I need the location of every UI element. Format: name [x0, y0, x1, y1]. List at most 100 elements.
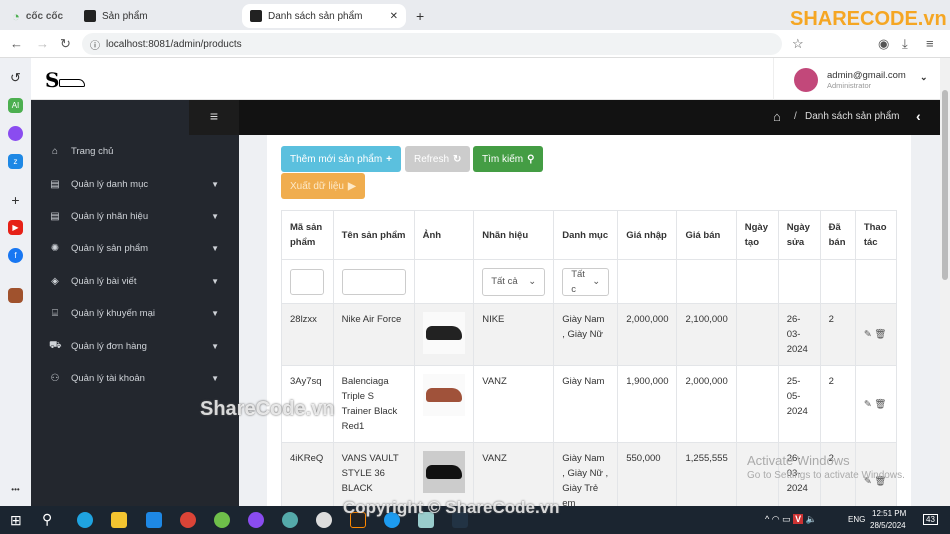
reload-icon[interactable]: ↻ [60, 36, 71, 52]
youtube-icon[interactable]: ▶ [8, 220, 23, 235]
taskbar: ⊞ ⚲ Copyright © ShareCode.vn ^ ◠ ▭ V 🔈 E… [0, 498, 950, 534]
search-icon: ⚲ [527, 153, 535, 165]
refresh-button[interactable]: Refresh ↻ [405, 146, 471, 172]
more-icon[interactable]: ••• [8, 482, 23, 497]
coccoc-icon[interactable] [214, 512, 230, 528]
search-button[interactable]: Tìm kiếm ⚲ [473, 146, 544, 172]
watermark: ShareCode.vn [200, 398, 335, 420]
tab-products[interactable]: Sản phẩm [76, 4, 156, 28]
home-icon[interactable]: ⌂ [773, 109, 781, 124]
col-code: Mã sản phẩm [281, 210, 334, 260]
game-icon[interactable] [8, 288, 23, 303]
coccoc-icon: ◔ [12, 8, 20, 24]
sharecode-logo: SHARECODE.vn [790, 8, 947, 30]
bookmark-icon[interactable]: ☆ [792, 36, 804, 52]
app-icon[interactable] [316, 512, 332, 528]
activate-windows-title: Activate Windows [747, 453, 850, 468]
cart-icon: ⛟ [49, 339, 62, 351]
favicon-icon [84, 10, 96, 22]
messenger-icon[interactable] [8, 126, 23, 141]
edge-icon[interactable] [77, 512, 93, 528]
users-icon: ⚇ [50, 372, 60, 384]
app-icon[interactable] [282, 512, 298, 528]
new-tab-button[interactable]: + [408, 4, 432, 28]
sidebar-item-orders[interactable]: ⛟ Quản lý đơn hàng ▼ [31, 330, 239, 362]
sidebar-item-posts[interactable]: ◈ Quản lý bài viết ▼ [31, 265, 239, 297]
trash-icon[interactable]: 🗑 [874, 399, 886, 410]
trash-icon[interactable]: 🗑 [874, 329, 886, 340]
chevron-down-icon: ⌄ [528, 276, 537, 287]
chevron-down-icon: ⌄ [920, 72, 928, 82]
top-nav-bar: ≡ ⌂ / Danh sách sản phẩm ‹ [31, 100, 940, 135]
clock-time[interactable]: 12:51 PM [872, 509, 906, 518]
download-icon[interactable]: ⤓ [902, 36, 908, 52]
chevron-down-icon: ▼ [211, 179, 219, 189]
brand-filter-select[interactable]: Tất cả ⌄ [482, 267, 546, 296]
tray-icons[interactable]: ^ ◠ ▭ V 🔈 [765, 514, 817, 525]
browser-sidebar: ↺ AI z + ▶ f ••• [0, 58, 31, 506]
sidebar-item-accounts[interactable]: ⚇ Quản lý tài khoản ▼ [31, 362, 239, 394]
zalo-icon[interactable] [146, 512, 162, 528]
plus-icon: + [386, 153, 392, 165]
chevron-down-icon: ▼ [211, 373, 219, 383]
chevron-down-icon: ▼ [211, 276, 219, 286]
zalo-icon[interactable]: z [8, 154, 23, 169]
sidebar-item-categories[interactable]: ▤ Quản lý danh mục ▼ [31, 168, 239, 200]
col-brand: Nhãn hiệu [473, 210, 555, 260]
col-category: Danh mục [553, 210, 619, 260]
collapse-icon[interactable]: ‹ [916, 108, 921, 124]
edit-icon[interactable]: ✎ [864, 399, 872, 410]
loader-icon: ✺ [50, 242, 60, 254]
sidebar: ⌂ Trang chủ ▤ Quản lý danh mục ▼ ▤ Quản lý n… [31, 135, 239, 506]
sidebar-item-home[interactable]: ⌂ Trang chủ [31, 135, 239, 167]
col-actions: Thao tác [854, 210, 898, 260]
code-filter-input[interactable] [290, 268, 324, 295]
close-tab-icon[interactable]: ✕ [390, 11, 398, 22]
sidebar-item-products[interactable]: ✺ Quản lý sản phẩm ▼ [31, 232, 239, 264]
explorer-icon[interactable] [111, 512, 127, 528]
chevron-down-icon: ▼ [211, 243, 219, 253]
home-icon: ⌂ [51, 145, 59, 157]
scrollbar[interactable] [940, 58, 950, 506]
ai-icon[interactable]: AI [8, 98, 23, 113]
messenger-icon[interactable] [248, 512, 264, 528]
col-name: Tên sản phẩm [332, 210, 415, 260]
clock-date[interactable]: 28/5/2024 [870, 521, 906, 530]
windows-start-icon[interactable]: ⊞ [10, 512, 22, 529]
add-product-button[interactable]: Thêm mới sản phẩm + [281, 146, 401, 172]
facebook-icon[interactable]: f [8, 248, 23, 263]
chrome-icon[interactable] [180, 512, 196, 528]
name-filter-input[interactable] [341, 268, 406, 295]
menu-icon[interactable]: ≡ [926, 36, 934, 51]
sidebar-item-brands[interactable]: ▤ Quản lý nhãn hiệu ▼ [31, 200, 239, 232]
language[interactable]: ENG [848, 515, 865, 524]
avatar [794, 68, 818, 92]
gift-icon: ⌸ [52, 307, 58, 319]
profile-icon[interactable]: ◉ [878, 36, 889, 52]
address-bar: ← → ↻ ⓘ localhost:8081/admin/products ☆ ◉… [0, 30, 950, 58]
col-image: Ảnh [413, 210, 475, 260]
user-role: Administrator [827, 81, 872, 90]
tab-product-list[interactable]: Danh sách sản phẩm ✕ [242, 4, 406, 28]
sidebar-item-promotions[interactable]: ⌸ Quản lý khuyến mại ▼ [31, 297, 239, 329]
search-icon[interactable]: ⚲ [42, 511, 52, 528]
back-icon[interactable]: ← [10, 36, 23, 51]
history-icon[interactable]: ↺ [8, 70, 23, 85]
category-filter-select[interactable]: Tất c ⌄ [562, 267, 610, 296]
add-icon[interactable]: + [8, 192, 23, 208]
app-header: S admin@gmail.com Administrator ⌄ [31, 58, 940, 100]
box-icon: ◈ [51, 275, 59, 287]
notification-icon[interactable]: 43 [923, 514, 938, 525]
url-input[interactable]: ⓘ localhost:8081/admin/products [82, 33, 782, 55]
browser-tab-bar: ◔ cốc cốc Sản phẩm Danh sách sản phẩm ✕ + … [0, 0, 950, 30]
product-image [422, 374, 465, 416]
edit-icon[interactable]: ✎ [864, 329, 872, 340]
favicon-icon [250, 10, 262, 22]
shop-logo[interactable]: S [45, 68, 93, 92]
product-image [422, 451, 465, 493]
browser-logo: ◔ cốc cốc [12, 8, 64, 24]
forward-icon[interactable]: → [36, 36, 49, 51]
user-menu[interactable]: admin@gmail.com Administrator ⌄ [773, 58, 940, 100]
hamburger-menu-icon[interactable]: ≡ [189, 100, 239, 135]
export-button[interactable]: Xuất dữ liệu ▶ [281, 173, 365, 199]
